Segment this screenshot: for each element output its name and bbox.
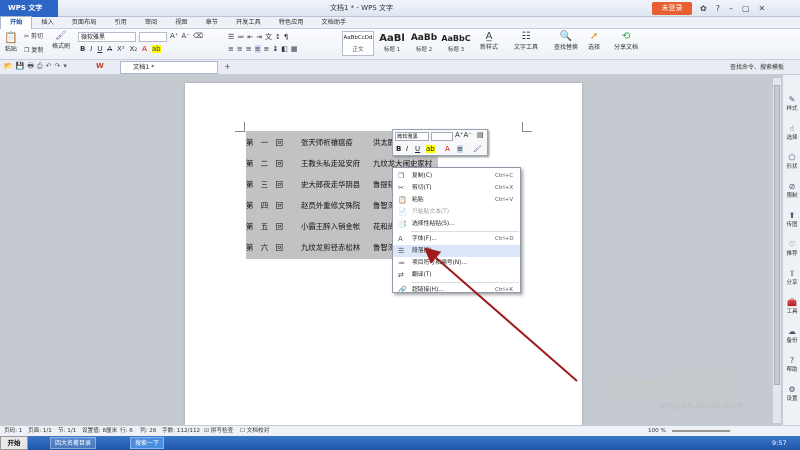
right-panel-item[interactable]: ⇪ 分享 [783,269,800,286]
start-button[interactable]: 开始 [0,436,28,450]
status-pages: 页面: 1/1 [28,428,52,434]
right-panel-icon: ⬠ [788,153,796,162]
right-panel-item[interactable]: ⚙ 设置 [783,385,800,402]
status-word-count: 字数: 112/112 [162,428,201,434]
right-panel-icon: ♡ [788,240,796,249]
status-page: 页码: 1 [4,428,23,434]
right-panel-icon: ? [789,356,795,365]
right-panel-icon: ✎ [788,95,796,104]
status-setting: 设置值: 8厘米 [82,428,118,434]
zoom-slider[interactable] [672,430,730,432]
right-panel-icon: 🧰 [787,298,797,307]
status-row: 行: 6 [120,428,133,434]
right-panel-label: 传图 [786,222,798,228]
right-panel-item[interactable]: ? 帮助 [783,356,800,373]
status-col: 列: 26 [140,428,157,434]
right-panel-item[interactable]: ♡ 推荐 [783,240,800,257]
right-panel-item[interactable]: 🧰 工具 [783,298,800,315]
doc-check-label: 文档校对 [246,428,270,434]
right-panel-label: 帮助 [786,367,798,373]
right-panel-icon: ⚙ [788,385,796,394]
right-panel-item[interactable]: ☝ 选择 [783,124,800,141]
right-panel-label: 样式 [786,106,798,112]
right-panel-label: 形状 [786,164,798,170]
right-panel-label: 限制 [786,193,798,199]
right-panel-label: 推荐 [786,251,798,257]
spell-check-label: 拼写检查 [210,428,234,434]
right-panel-item[interactable]: ⊘ 限制 [783,182,800,199]
taskbar-item-search[interactable]: 搜索一下 [130,437,165,449]
right-panel-icon: ⬆ [788,211,796,220]
status-bar: 页码: 1 页面: 1/1 节: 1/1 设置值: 8厘米 行: 6 列: 26… [0,425,800,436]
zoom-level[interactable]: 100 % [648,426,666,436]
right-panel-label: 分享 [786,280,798,286]
taskbar-clock: 9:57 [772,439,787,447]
right-panel-icon: ⊘ [788,182,796,191]
right-panel-item[interactable]: ⬆ 传图 [783,211,800,228]
right-panel-item[interactable]: ⬠ 形状 [783,153,800,170]
right-panel-label: 工具 [786,309,798,315]
right-panel-item[interactable]: ☁ 备份 [783,327,800,344]
right-panel-icon: ⇪ [788,269,796,278]
windows-taskbar [0,436,800,450]
right-panel-label: 备份 [786,338,798,344]
doc-check-toggle[interactable]: ☐ 文档校对 [240,426,269,436]
right-panel-icon: ☁ [788,327,796,336]
right-panel-label: 设置 [786,396,798,402]
taskbar-item-document[interactable]: 四大名著目录 [50,437,97,449]
spell-check-toggle[interactable]: ☑ 拼写检查 [204,426,233,436]
scrollbar-thumb[interactable] [774,85,780,385]
watermark-url: jingyan.baidu.com [660,401,744,411]
right-task-panel: ✎ 样式 ☝ 选择 ⬠ 形状 ⊘ 限制 ⬆ 传图 ♡ 推荐 ⇪ 分享 🧰 工具 ☁ 备份? 帮助 ⚙ 设置 [782,75,800,425]
right-panel-label: 选择 [786,135,798,141]
right-panel-item[interactable]: ✎ 样式 [783,95,800,112]
status-section: 节: 1/1 [58,428,77,434]
right-panel-icon: ☝ [789,124,795,133]
